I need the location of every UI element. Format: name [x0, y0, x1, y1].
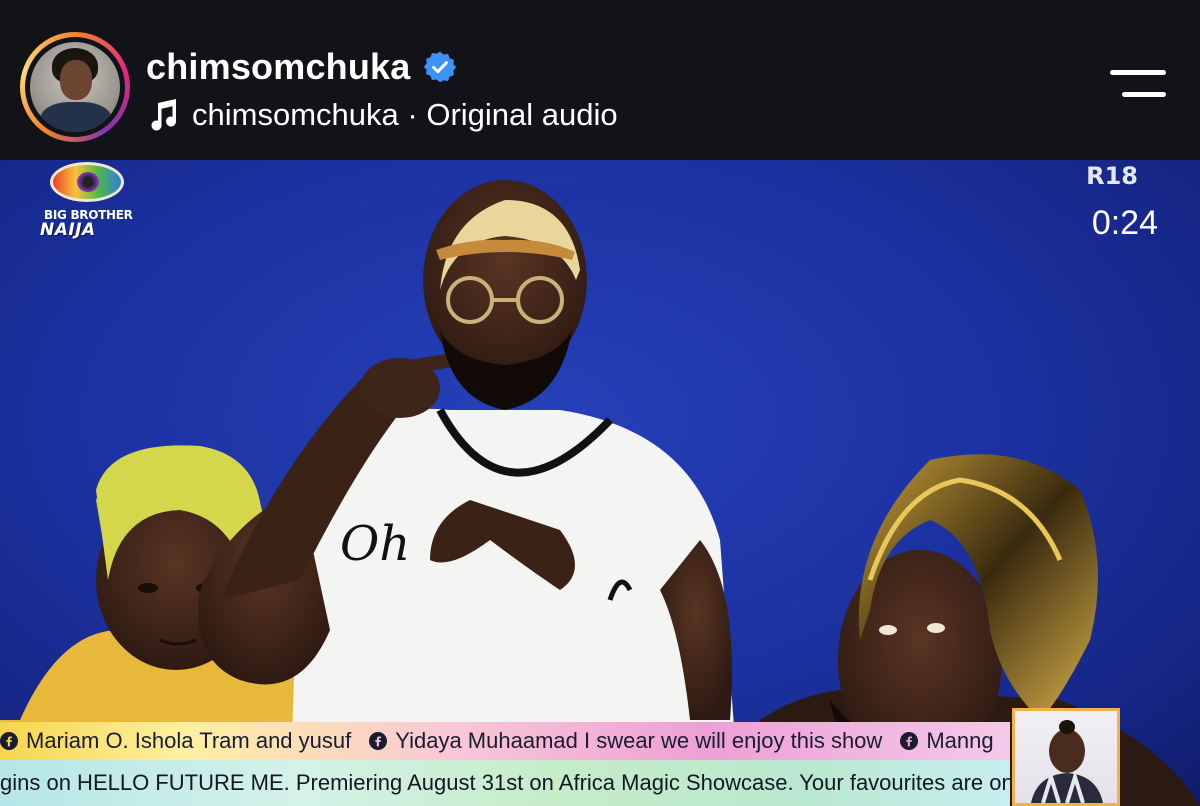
promo-ticker-text: gins on HELLO FUTURE ME. Premiering Augu… [0, 770, 1010, 795]
reel-header: chimsomchuka chimsomchuka · Original aud… [0, 0, 1200, 160]
facebook-icon [0, 732, 18, 750]
housemate-thumbnail-image [1031, 720, 1103, 803]
menu-line-icon [1110, 70, 1166, 75]
ticker-item: Manng [900, 728, 994, 754]
audio-attribution[interactable]: chimsomchuka · Original audio [148, 94, 618, 136]
music-note-icon [151, 99, 176, 131]
username-row: chimsomchuka [146, 44, 457, 90]
verified-badge-icon [423, 51, 456, 83]
ticker-item: Yidaya Muhaamad I swear we will enjoy th… [369, 728, 882, 754]
avatar-photo [30, 42, 120, 132]
audio-separator: · [407, 97, 418, 132]
audio-label: Original audio [426, 97, 618, 132]
social-ticker: Mariam O. Ishola Tram and yusuf Yidaya M… [0, 722, 1010, 760]
big-brother-naija-logo: BIG BROTHER NAIJA [40, 162, 133, 242]
ticker-item: Mariam O. Ishola Tram and yusuf [0, 728, 351, 754]
facebook-icon [900, 732, 919, 750]
menu-line-icon [1122, 92, 1166, 97]
eye-logo-icon [50, 162, 124, 202]
promo-ticker: gins on HELLO FUTURE ME. Premiering Augu… [0, 760, 1010, 806]
facebook-icon [369, 732, 388, 750]
age-rating: R18 [1086, 162, 1138, 190]
video-player[interactable]: Oh BIG BROTHER NAIJA R18 0:24 Mariam O. … [0, 160, 1200, 806]
housemate-thumbnail [1012, 708, 1120, 806]
audio-artist: chimsomchuka [192, 97, 399, 132]
avatar[interactable] [20, 32, 130, 142]
username[interactable]: chimsomchuka [146, 46, 411, 88]
video-timer: 0:24 [1091, 204, 1158, 242]
shirt-text: Oh [340, 516, 410, 572]
menu-button[interactable] [1110, 66, 1166, 104]
